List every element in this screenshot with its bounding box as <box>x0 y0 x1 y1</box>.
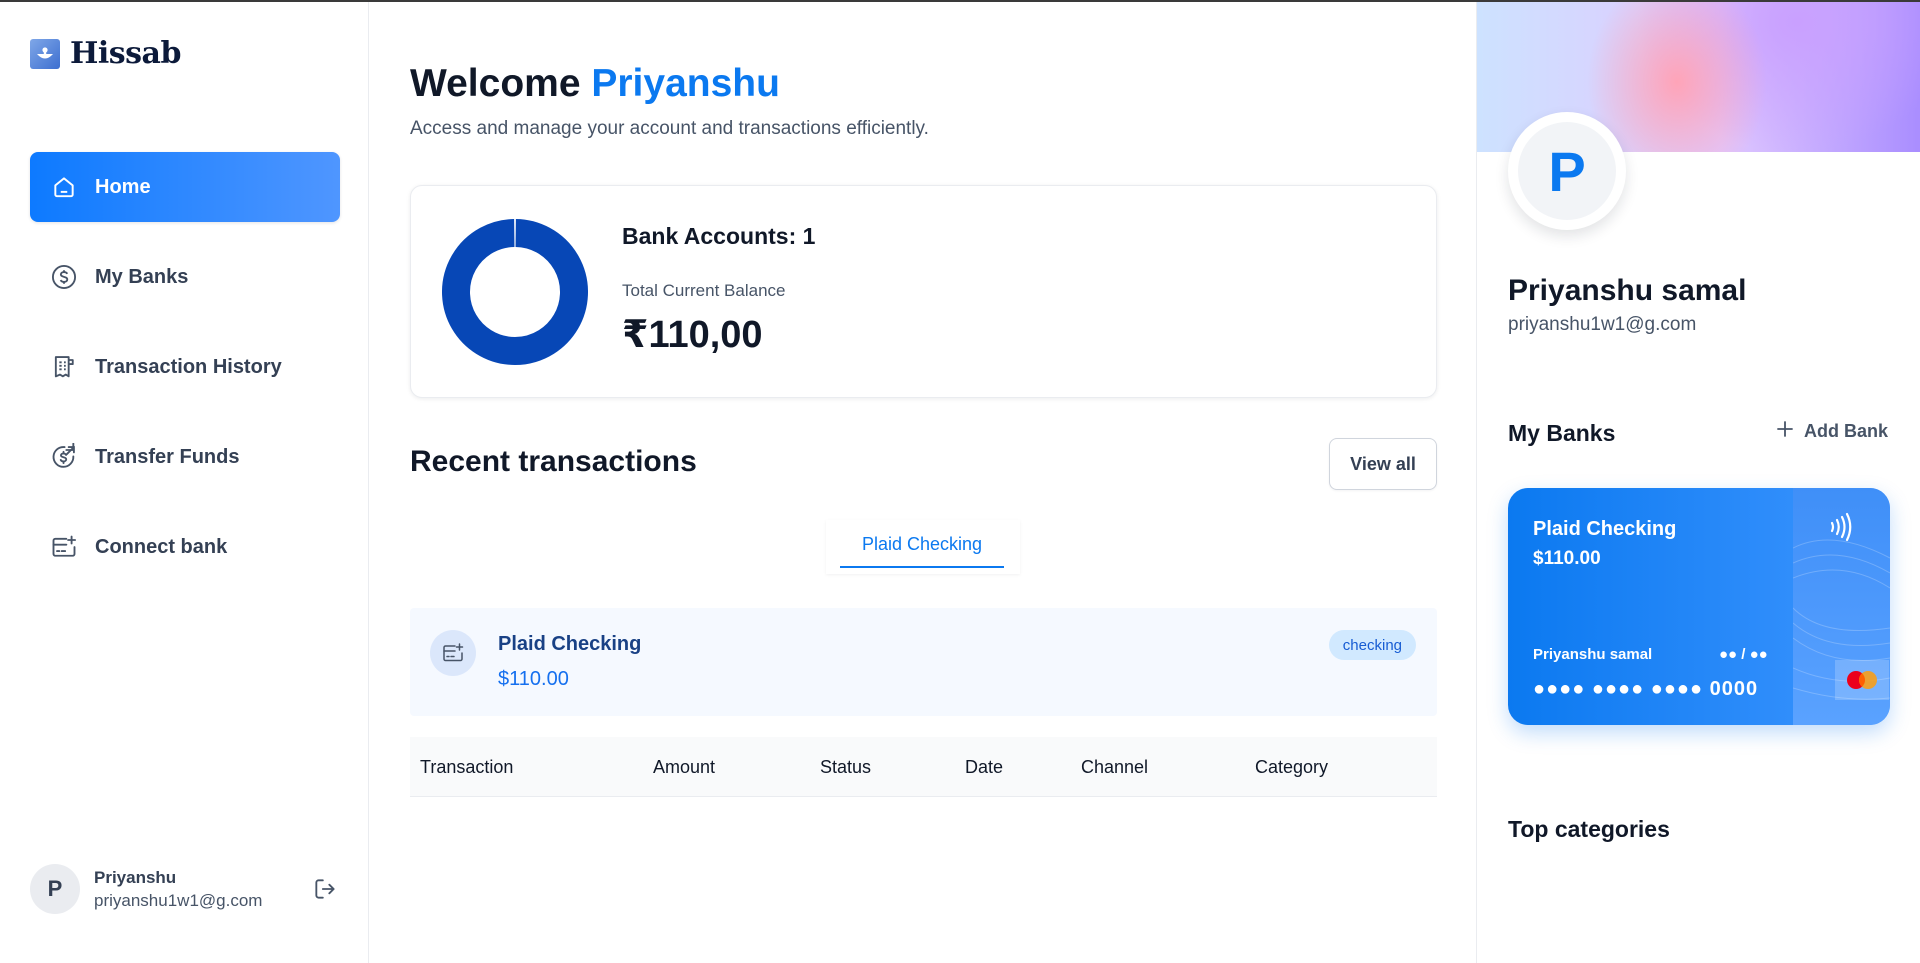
card-holder-name: Priyanshu samal <box>1533 646 1653 663</box>
total-balance-label: Total Current Balance <box>622 281 786 300</box>
sidebar-item-label: My Banks <box>95 265 189 288</box>
account-name: Plaid Checking <box>498 633 642 655</box>
column-header-category: Category <box>1255 757 1329 777</box>
column-header-channel: Channel <box>1081 757 1149 777</box>
add-bank-label: Add Bank <box>1804 421 1889 441</box>
app-name: Hissab <box>70 36 181 71</box>
sidebar-item-label: Home <box>95 175 151 198</box>
sidebar-item-home[interactable]: Home <box>30 152 340 222</box>
column-header-status: Status <box>820 757 872 777</box>
user-email: priyanshu1w1@g.com <box>94 890 263 910</box>
card-add-icon <box>430 630 476 676</box>
sidebar-item-transfer-funds[interactable]: Transfer Funds <box>30 422 340 492</box>
receipt-icon <box>49 352 79 382</box>
card-expiry: ●● / ●● <box>1719 646 1768 663</box>
recent-transactions-title: Recent transactions <box>410 445 697 478</box>
page-title: Welcome Priyanshu <box>410 62 780 106</box>
sidebar-item-label: Connect bank <box>95 535 228 558</box>
column-header-transaction: Transaction <box>420 757 514 777</box>
bank-tabs: Plaid Checking <box>826 520 1020 574</box>
card-bank-name: Plaid Checking <box>1533 518 1677 540</box>
sidebar-item-transaction-history[interactable]: Transaction History <box>30 332 340 402</box>
dollar-circle-icon <box>49 262 79 292</box>
card-balance: $110.00 <box>1533 548 1601 569</box>
main-content: Welcome Priyanshu Access and manage your… <box>410 2 1437 963</box>
sidebar-item-my-banks[interactable]: My Banks <box>30 242 340 312</box>
tab-plaid-checking[interactable]: Plaid Checking <box>840 530 1004 568</box>
sidebar-nav: Home My Banks Transaction History Transf… <box>30 152 340 602</box>
logo-icon <box>30 38 60 69</box>
top-categories-title: Top categories <box>1508 816 1670 842</box>
bank-account-info[interactable]: Plaid Checking $110.00 checking <box>410 608 1437 716</box>
donut-slice-plaid-checking <box>442 219 588 365</box>
bank-accounts-count: Bank Accounts: 1 <box>622 223 816 249</box>
user-info: Priyanshu priyanshu1w1@g.com <box>94 868 310 911</box>
total-balance-value: ₹110,00 <box>622 314 763 356</box>
welcome-user-name: Priyanshu <box>591 62 780 105</box>
mastercard-icon <box>1835 660 1889 700</box>
account-type-badge: checking <box>1328 630 1416 660</box>
avatar[interactable]: P <box>30 864 80 914</box>
profile-avatar[interactable]: P <box>1508 112 1626 230</box>
sidebar-user: P Priyanshu priyanshu1w1@g.com <box>30 864 340 914</box>
money-send-icon <box>49 442 79 472</box>
card-number: ●●●● ●●●● ●●●● 0000 <box>1533 678 1759 700</box>
welcome-text: Welcome <box>410 62 581 105</box>
view-all-button[interactable]: View all <box>1329 438 1437 490</box>
page-subtitle: Access and manage your account and trans… <box>410 118 929 139</box>
sidebar-item-connect-bank[interactable]: Connect bank <box>30 512 340 582</box>
column-header-amount: Amount <box>653 757 716 777</box>
home-icon <box>49 172 79 202</box>
contactless-icon <box>1826 512 1856 547</box>
sidebar-item-label: Transfer Funds <box>95 445 240 468</box>
plus-icon <box>1776 420 1794 443</box>
account-balance: $110.00 <box>498 668 569 690</box>
total-balance-card: Bank Accounts: 1 Total Current Balance ₹… <box>410 185 1437 398</box>
my-banks-title: My Banks <box>1508 420 1616 446</box>
card-add-icon <box>49 532 79 562</box>
logout-icon[interactable] <box>310 874 340 904</box>
add-bank-button[interactable]: Add Bank <box>1776 420 1888 443</box>
logo[interactable]: Hissab <box>30 36 181 71</box>
right-sidebar: P Priyanshu samal priyanshu1w1@g.com My … <box>1476 2 1920 963</box>
sidebar: Hissab Home My Banks Transaction History… <box>0 2 369 963</box>
bank-card[interactable]: Plaid Checking $110.00 Priyanshu samal ●… <box>1508 488 1890 725</box>
balance-donut-chart <box>442 219 588 365</box>
column-header-date: Date <box>965 757 1004 777</box>
transactions-table-header: Transaction Amount Status Date Channel C… <box>410 737 1437 797</box>
profile-name: Priyanshu samal <box>1508 274 1747 307</box>
profile-email: priyanshu1w1@g.com <box>1508 314 1697 335</box>
user-name: Priyanshu <box>94 867 177 887</box>
sidebar-item-label: Transaction History <box>95 355 282 378</box>
profile-initial: P <box>1518 122 1616 220</box>
